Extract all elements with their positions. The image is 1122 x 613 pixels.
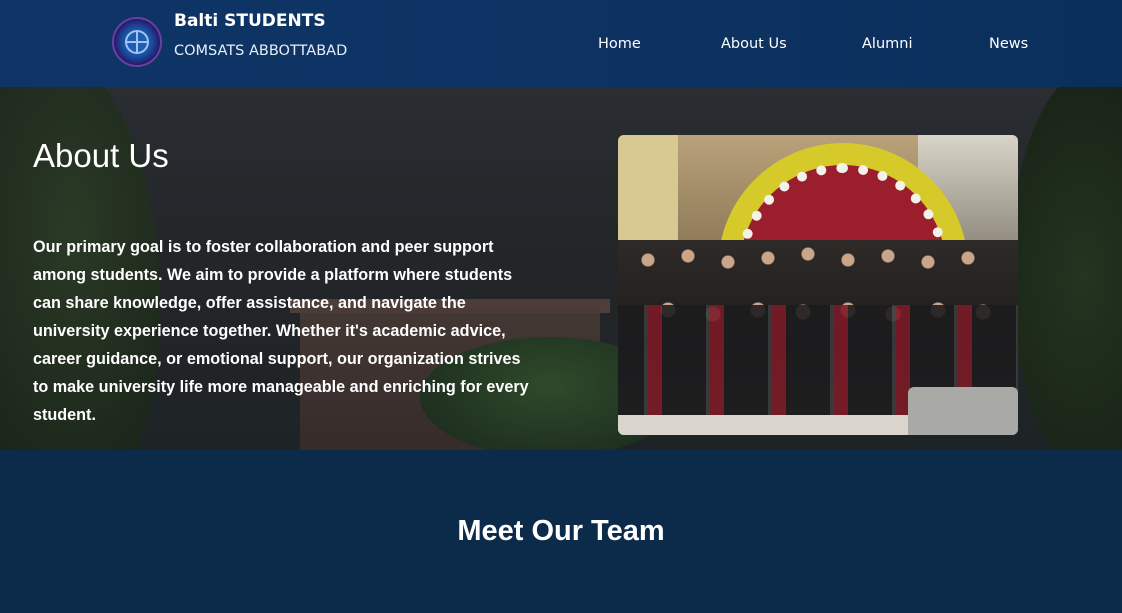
about-description: Our primary goal is to foster collaborat… <box>33 238 529 424</box>
nav-about-us[interactable]: About Us <box>721 36 787 52</box>
brand-title[interactable]: Balti STUDENTS <box>174 11 326 31</box>
photo-sofa <box>908 387 1018 435</box>
about-title: About Us <box>33 137 169 174</box>
globe-icon <box>125 30 149 54</box>
brand-subtitle: COMSATS ABBOTTABAD <box>174 43 348 59</box>
university-seal-icon[interactable] <box>112 17 162 67</box>
nav-news[interactable]: News <box>989 36 1028 52</box>
group-photo <box>618 135 1018 435</box>
nav-alumni[interactable]: Alumni <box>862 36 912 52</box>
nav-home[interactable]: Home <box>598 36 641 52</box>
team-title: Meet Our Team <box>457 515 665 547</box>
team-section: Meet Our Team <box>0 450 1122 613</box>
site-header: Balti STUDENTS COMSATS ABBOTTABAD Home A… <box>0 0 1122 87</box>
about-section: About Us Our primary goal is to foster c… <box>0 87 1122 450</box>
